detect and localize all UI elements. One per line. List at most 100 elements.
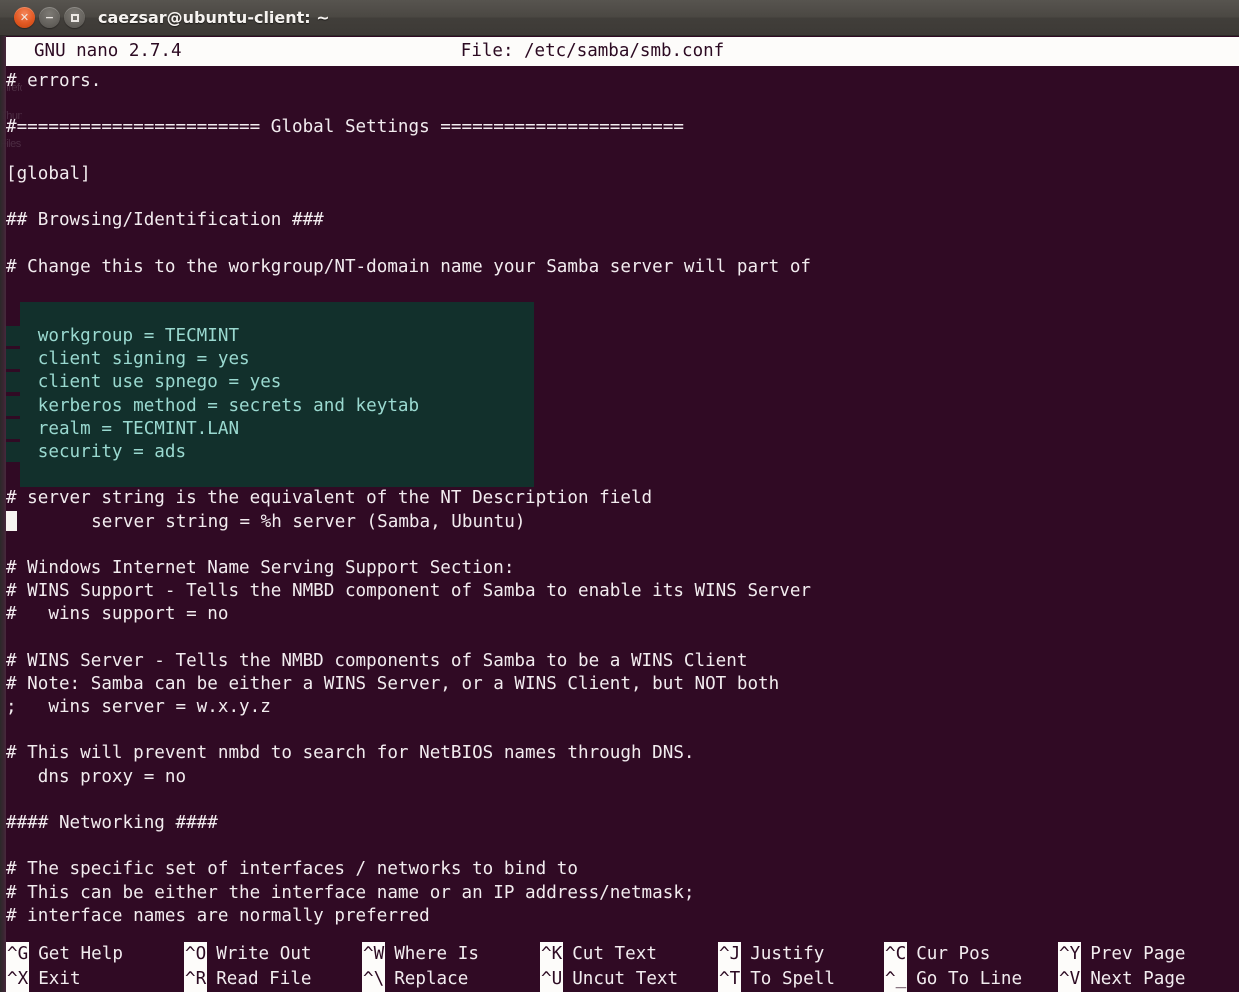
editor-line: # wins support = no	[6, 603, 1239, 626]
minimize-icon: −	[44, 11, 55, 24]
nano-version-label: GNU nano 2.7.4	[34, 41, 182, 61]
editor-line: security = ads	[6, 441, 1239, 465]
editor-line: kerberos method = secrets and keytab	[6, 394, 1239, 418]
shortcut-key: ^R	[184, 967, 208, 992]
editor-line-text: # This will prevent nmbd to search for N…	[6, 743, 695, 764]
maximize-icon	[70, 13, 79, 22]
shortcut-item[interactable]: ^T To Spell	[718, 967, 884, 992]
shortcut-label: To Spell	[750, 969, 835, 989]
close-icon: ✕	[19, 11, 30, 24]
selection-highlight	[20, 464, 534, 488]
editor-line: # WINS Support - Tells the NMBD componen…	[6, 580, 1239, 603]
shortcut-item[interactable]: ^K Cut Text	[540, 942, 718, 967]
text-cursor	[6, 510, 17, 531]
shortcut-item[interactable]: ^V Next Page	[1058, 967, 1239, 992]
editor-line: ; wins server = w.x.y.z	[6, 696, 1239, 719]
editor-line-text: # server string is the equivalent of the…	[6, 488, 653, 509]
shortcut-item[interactable]: ^U Uncut Text	[540, 967, 718, 992]
editor-line-text: # The specific set of interfaces / netwo…	[6, 859, 578, 880]
shortcut-label: Uncut Text	[572, 969, 679, 989]
editor-line-text: # wins support = no	[6, 604, 229, 625]
shortcut-key: ^U	[540, 967, 564, 992]
editor-line: # server string is the equivalent of the…	[6, 487, 1239, 510]
shortcut-item[interactable]: ^X Exit	[6, 967, 184, 992]
editor-line: # Change this to the workgroup/NT-domain…	[6, 256, 1239, 279]
shortcut-label: Where Is	[394, 944, 479, 964]
editor-line	[6, 301, 1239, 326]
shortcut-label: Justify	[750, 944, 825, 964]
selection-highlight	[20, 301, 534, 326]
editor-line-text: client signing = yes	[6, 349, 250, 370]
shortcut-key: ^C	[884, 942, 908, 967]
shortcut-label: Next Page	[1090, 969, 1186, 989]
minimize-window-button[interactable]: −	[39, 7, 60, 28]
window-controls: ✕ −	[14, 7, 85, 28]
editor-line-text: # Note: Samba can be either a WINS Serve…	[6, 673, 780, 694]
editor-line-text: # WINS Server - Tells the NMBD component…	[6, 650, 748, 671]
shortcut-label: Go To Line	[916, 969, 1023, 989]
editor-line: #### Networking ####	[6, 812, 1239, 835]
shortcut-key: ^W	[362, 942, 386, 967]
nano-header-bar: File: /etc/samba/smb.conf GNU nano 2.7.4	[6, 37, 1239, 66]
editor-line: # The specific set of interfaces / netwo…	[6, 858, 1239, 881]
shortcut-row-1: ^G Get Help ^O Write Out ^W Where Is ^K Cut Tex…	[6, 942, 1239, 967]
shortcut-key: ^G	[6, 942, 30, 967]
shortcut-label: Get Help	[38, 944, 123, 964]
shortcut-item[interactable]: ^G Get Help	[6, 942, 184, 967]
window-titlebar: ✕ − caezsar@ubuntu-client: ~	[0, 0, 1239, 36]
editor-line: # This can be either the interface name …	[6, 882, 1239, 905]
shortcut-key: ^_	[884, 967, 908, 992]
editor-line: client signing = yes	[6, 348, 1239, 372]
shortcut-label: Replace	[394, 969, 469, 989]
nano-text-area[interactable]: # errors. #======================= Global…	[6, 70, 1239, 936]
editor-line: #======================= Global Settings…	[6, 116, 1239, 139]
shortcut-key: ^X	[6, 967, 30, 992]
editor-line-text: workgroup = TECMINT	[6, 326, 240, 347]
editor-line-text: # This can be either the interface name …	[6, 882, 695, 903]
shortcut-item[interactable]: ^C Cur Pos	[884, 942, 1058, 967]
editor-line: client use spnego = yes	[6, 371, 1239, 395]
close-window-button[interactable]: ✕	[14, 7, 35, 28]
editor-line: # Note: Samba can be either a WINS Serve…	[6, 673, 1239, 696]
shortcut-row-2: ^X Exit ^R Read File ^\ Replace ^U Uncut Text ^T…	[6, 967, 1239, 992]
shortcut-label: Write Out	[216, 944, 312, 964]
editor-line-text: security = ads	[6, 442, 187, 462]
shortcut-label: Prev Page	[1090, 944, 1186, 964]
shortcut-label: Cut Text	[572, 944, 657, 964]
editor-line-text: [global]	[6, 163, 91, 184]
shortcut-label: Cur Pos	[916, 944, 991, 964]
editor-line: realm = TECMINT.LAN	[6, 417, 1239, 441]
shortcut-item[interactable]: ^_ Go To Line	[884, 967, 1058, 992]
editor-line	[6, 464, 1239, 488]
editor-line-text: #### Networking ####	[6, 813, 218, 833]
shortcut-key: ^Y	[1058, 942, 1082, 967]
editor-line-text: # Change this to the workgroup/NT-domain…	[6, 256, 812, 277]
shortcut-item[interactable]: ^R Read File	[184, 967, 362, 992]
shortcut-item[interactable]: ^\ Replace	[362, 967, 540, 992]
shortcut-key: ^O	[184, 942, 208, 967]
editor-line: dns proxy = no	[6, 766, 1239, 789]
nano-shortcut-bar: ^G Get Help ^O Write Out ^W Where Is ^K Cut Tex…	[6, 942, 1239, 992]
editor-line-text: #======================= Global Settings…	[6, 117, 684, 138]
editor-line-text: ## Browsing/Identification ###	[6, 210, 324, 231]
shortcut-key: ^K	[540, 942, 564, 967]
editor-line: server string = %h server (Samba, Ubuntu…	[6, 510, 1239, 534]
editor-line-text: # WINS Support - Tells the NMBD componen…	[6, 581, 812, 602]
editor-line-text: realm = TECMINT.LAN	[6, 418, 240, 439]
maximize-window-button[interactable]	[64, 7, 85, 28]
editor-line: # Windows Internet Name Serving Support …	[6, 557, 1239, 580]
editor-line-text: dns proxy = no	[6, 766, 187, 787]
editor-line-text: # interface names are normally preferred	[6, 905, 430, 926]
shortcut-item[interactable]: ^W Where Is	[362, 942, 540, 967]
shortcut-item[interactable]: ^Y Prev Page	[1058, 942, 1239, 967]
shortcut-item[interactable]: ^J Justify	[718, 942, 884, 967]
editor-line-text: # errors.	[6, 71, 102, 91]
shortcut-item[interactable]: ^O Write Out	[184, 942, 362, 967]
